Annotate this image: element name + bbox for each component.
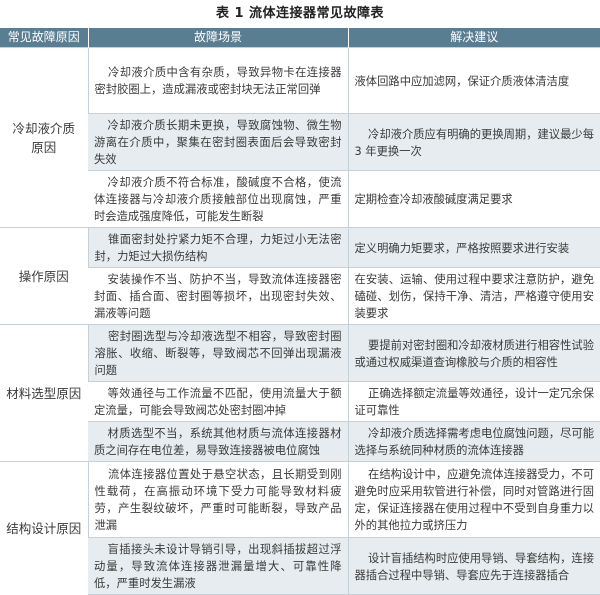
scene-cell: 流体连接器位置处于悬空状态，且长期受到刚性载荷，在高振动环境下受力可能导致材料疲… (87, 461, 348, 538)
header-scene: 故障场景 (87, 28, 348, 48)
header-cause: 常见故障原因 (0, 28, 88, 48)
scene-cell: 冷却液介质不符合标准，酸碱度不合格，使流体连接器与冷却液介质接触部位出现腐蚀，严… (88, 170, 348, 228)
advice-cell: 在安装、运输、使用过程中要求注意防护，避免磕碰、划伤，保持干净、清洁，严格遵守使… (347, 267, 600, 325)
advice-cell: 正确选择额定流量等效通径，设计一定冗余保证可靠性 (347, 381, 600, 422)
fault-table: 常见故障原因 故障场景 解决建议 冷却液介质 原因 冷却液介质中含有杂质，导致异… (0, 28, 600, 595)
advice-cell: 设计盲插结构时应使用导销、导套结构，连接器插合过程中导销、导套应先于连接器插合 (347, 537, 600, 595)
scene-cell: 材质选型不当，系统其他材质与流体连接器材质之间存在电位差，易导致连接器被电位腐蚀 (88, 421, 348, 462)
header-row: 常见故障原因 故障场景 解决建议 (0, 28, 600, 48)
table-row: 安装操作不当、防护不当，导致流体连接器密封面、插合面、密封圈等损坏，出现密封失效… (0, 267, 600, 325)
table-row: 等效通径与工作流量不匹配，使用流量大于额定流量，可能会导致阀芯处密封圈冲掉 正确… (0, 381, 600, 422)
advice-cell: 液体回路中应加滤网，保证介质液体清洁度 (347, 47, 600, 114)
table-row: 冷却液介质 原因 冷却液介质中含有杂质，导致异物卡在连接器密封胶圈上，造成漏液或… (0, 47, 600, 228)
advice-cell: 冷却液介质应有明确的更换周期，建议最少每 3 年更换一次 (347, 113, 600, 171)
table-row: 冷却液介质长期未更换，导致腐蚀物、微生物游离在介质中，聚集在密封圈表面后会导致密… (0, 113, 600, 171)
category-line: 操作原因 (18, 268, 69, 284)
category-line: 冷却液介质 (12, 120, 75, 136)
scene-cell: 冷却液介质中含有杂质，导致异物卡在连接器密封胶圈上，造成漏液或密封块无法正常回弹 (87, 47, 348, 114)
table-caption: 表 1 流体连接器常见故障表 (215, 6, 385, 21)
table-row: 冷却液介质不符合标准，酸碱度不合格，使流体连接器与冷却液介质接触部位出现腐蚀，严… (0, 170, 600, 228)
scene-cell: 冷却液介质长期未更换，导致腐蚀物、微生物游离在介质中，聚集在密封圈表面后会导致密… (88, 113, 348, 171)
category-cell: 操作原因 (0, 227, 88, 325)
scene-cell: 盲插接头未设计导销引导，出现斜插拔超过浮动量，导致流体连接器泄漏量增大、可靠性降… (88, 537, 348, 595)
advice-cell: 冷却液介质选择需考虑电位腐蚀问题，尽可能选择与系统同种材质的流体连接器 (347, 421, 600, 462)
advice-cell: 定义明确力矩要求，严格按照要求进行安装 (347, 227, 600, 268)
advice-cell: 在结构设计中，应避免流体连接器受力，不可避免时应采用软管进行补偿，同时对管路进行… (347, 461, 600, 538)
category-line: 材料选型原因 (6, 385, 82, 401)
scene-cell: 锥面密封处拧紧力矩不合理，力矩过小无法密封，力矩过大损伤结构 (87, 227, 348, 268)
table-row: 盲插接头未设计导销引导，出现斜插拔超过浮动量，导致流体连接器泄漏量增大、可靠性降… (0, 537, 600, 595)
scene-cell: 密封圈选型与冷却液选型不相容，导致密封圈溶胀、收缩、断裂等，导致阀芯不回弹出现漏… (87, 324, 348, 382)
table-row: 材料选型原因 密封圈选型与冷却液选型不相容，导致密封圈溶胀、收缩、断裂等，导致阀… (0, 324, 600, 462)
table-row: 结构设计原因 流体连接器位置处于悬空状态，且长期受到刚性载荷，在高振动环境下受力… (0, 461, 600, 595)
category-cell: 材料选型原因 (0, 324, 88, 462)
advice-cell: 要提前对密封圈和冷却液材质进行相容性试验或通过权威渠道查询橡胶与介质的相容性 (347, 324, 600, 382)
category-cell: 冷却液介质 原因 (0, 47, 88, 228)
scene-cell: 安装操作不当、防护不当，导致流体连接器密封面、插合面、密封圈等损坏，出现密封失效… (88, 267, 348, 325)
header-advice: 解决建议 (347, 28, 600, 48)
table-row: 材质选型不当，系统其他材质与流体连接器材质之间存在电位差，易导致连接器被电位腐蚀… (0, 421, 600, 462)
category-line: 结构设计原因 (6, 520, 82, 536)
advice-cell: 定期检查冷却液酸碱度满足要求 (347, 170, 600, 228)
scene-cell: 等效通径与工作流量不匹配，使用流量大于额定流量，可能会导致阀芯处密封圈冲掉 (88, 381, 348, 422)
category-line: 原因 (31, 139, 57, 155)
category-cell: 结构设计原因 (0, 461, 88, 595)
table-row: 操作原因 锥面密封处拧紧力矩不合理，力矩过小无法密封，力矩过大损伤结构 定义明确… (0, 227, 600, 325)
